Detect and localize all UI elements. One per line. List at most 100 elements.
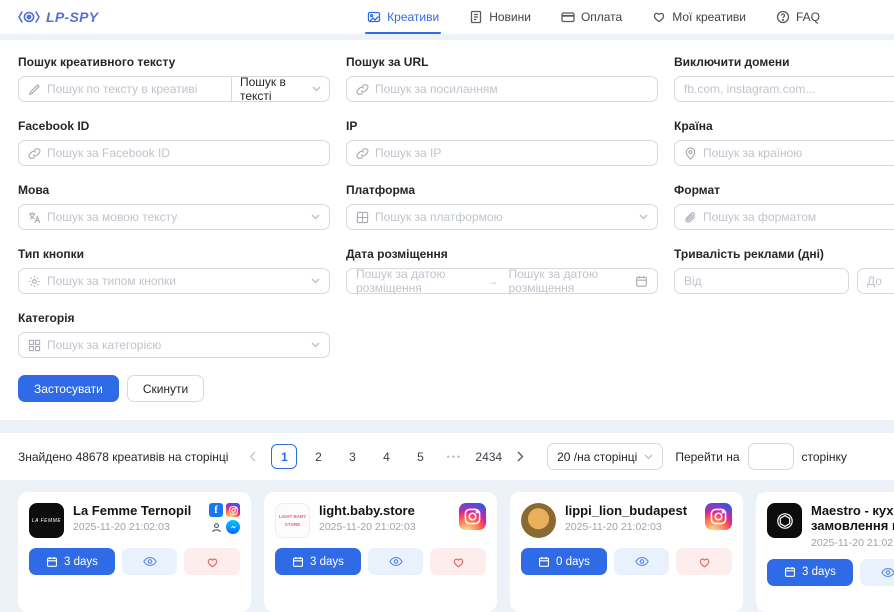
- field-label: Тип кнопки: [18, 247, 330, 261]
- platform-grid-icon: [356, 211, 369, 224]
- field-category: Категорія Пошук за категорією: [18, 311, 330, 358]
- chevron-down-icon: [311, 214, 320, 220]
- link-icon: [28, 147, 41, 160]
- ip-input-wrap: [346, 140, 658, 166]
- view-button[interactable]: [860, 559, 894, 586]
- days-button[interactable]: 3 days: [275, 548, 361, 575]
- calendar-icon: [635, 275, 648, 288]
- apply-button[interactable]: Застосувати: [18, 375, 119, 402]
- avatar: LIGHT BABY STORE: [275, 503, 310, 538]
- days-button[interactable]: 0 days: [521, 548, 607, 575]
- platform-placeholder: Пошук за платформою: [375, 210, 633, 224]
- card-title[interactable]: Maestro - кухні, меблі на замовлення в У…: [811, 503, 894, 534]
- pagination-page-1[interactable]: 1: [271, 444, 297, 469]
- card-title[interactable]: light.baby.store: [319, 503, 416, 518]
- duration-from-input[interactable]: [684, 274, 839, 288]
- field-label: Тривалість реклами (дні): [674, 247, 894, 261]
- gear-icon: [28, 275, 41, 288]
- eye-logo-icon: [18, 10, 40, 24]
- card-title[interactable]: La Femme Ternopil: [73, 503, 191, 518]
- button-type-select[interactable]: Пошук за типом кнопки: [18, 268, 330, 294]
- brand-logo[interactable]: LP-SPY: [18, 0, 98, 34]
- days-label: 3 days: [802, 566, 836, 578]
- nav-item-news[interactable]: Новини: [469, 0, 531, 34]
- language-select[interactable]: Пошук за мовою тексту: [18, 204, 330, 230]
- date-range-picker[interactable]: Пошук за датою розміщення → Пошук за дат…: [346, 268, 658, 294]
- nav-label: Мої креативи: [672, 10, 746, 24]
- view-button[interactable]: [122, 548, 178, 575]
- creative-card[interactable]: lippi_lion_budapest 2025-11-20 21:02:03 …: [510, 492, 743, 612]
- location-pin-icon: [684, 147, 697, 160]
- field-label: IP: [346, 119, 658, 133]
- creative-card[interactable]: LA FEMME La Femme Ternopil 2025-11-20 21…: [18, 492, 251, 612]
- creative-card[interactable]: Maestro - кухні, меблі на замовлення в У…: [756, 492, 894, 612]
- pagination-page-4[interactable]: 4: [373, 444, 399, 469]
- field-ip: IP: [346, 119, 658, 166]
- card-date: 2025-11-20 21:02:03: [73, 521, 191, 533]
- nav-item-creatives[interactable]: Креативи: [367, 0, 439, 34]
- eye-icon: [635, 556, 649, 567]
- pagination-page-3[interactable]: 3: [339, 444, 365, 469]
- url-input[interactable]: [375, 82, 648, 96]
- instagram-icon: [459, 503, 486, 530]
- nav-item-faq[interactable]: FAQ: [776, 0, 820, 34]
- platform-select[interactable]: Пошук за платформою: [346, 204, 658, 230]
- favorite-button[interactable]: [676, 548, 732, 575]
- date-end-placeholder[interactable]: Пошук за датою розміщення: [509, 267, 630, 295]
- pagination-page-2[interactable]: 2: [305, 444, 331, 469]
- ip-input[interactable]: [375, 146, 648, 160]
- format-input-wrap: [674, 204, 894, 230]
- days-button[interactable]: 3 days: [767, 559, 853, 586]
- exclude-domains-input-wrap: [674, 76, 894, 102]
- view-button[interactable]: [368, 548, 424, 575]
- card-date: 2025-11-20 21:02:03: [811, 537, 894, 549]
- nav-item-payment[interactable]: Оплата: [561, 0, 622, 34]
- pagination-page-5[interactable]: 5: [407, 444, 433, 469]
- pagination-prev[interactable]: [240, 444, 266, 469]
- field-country: Країна: [674, 119, 894, 166]
- nav-label: Оплата: [581, 10, 622, 24]
- audience-network-icon: [209, 520, 223, 534]
- image-icon: [367, 10, 381, 24]
- goto-page: Перейти на сторінку: [675, 443, 847, 470]
- creative-text-input[interactable]: [47, 82, 222, 96]
- exclude-domains-input[interactable]: [684, 82, 894, 96]
- text-search-mode-select[interactable]: Пошук в тексті: [231, 76, 330, 102]
- link-icon: [356, 83, 369, 96]
- duration-to-input[interactable]: [867, 274, 894, 288]
- field-format: Формат: [674, 183, 894, 230]
- heart-icon: [452, 556, 465, 568]
- eye-icon: [881, 567, 894, 578]
- chevron-down-icon: [312, 86, 321, 92]
- field-platform: Платформа Пошук за платформою: [346, 183, 658, 230]
- page-size-select[interactable]: 20 /на сторінці: [547, 443, 663, 470]
- facebook-icon: f: [209, 503, 223, 517]
- category-placeholder: Пошук за категорією: [47, 338, 305, 352]
- avatar: LA FEMME: [29, 503, 64, 538]
- card-date: 2025-11-20 21:02:03: [319, 521, 416, 533]
- favorite-button[interactable]: [430, 548, 486, 575]
- nav-label: FAQ: [796, 10, 820, 24]
- days-button[interactable]: 3 days: [29, 548, 115, 575]
- card-title[interactable]: lippi_lion_budapest: [565, 503, 687, 518]
- pagination-ellipsis[interactable]: •••: [441, 444, 467, 469]
- format-input[interactable]: [703, 210, 894, 224]
- brand-name: LP-SPY: [46, 9, 98, 25]
- instagram-icon: [226, 503, 240, 517]
- pagination-last-page[interactable]: 2434: [475, 444, 502, 469]
- country-input[interactable]: [703, 146, 894, 160]
- creative-card[interactable]: LIGHT BABY STORE light.baby.store 2025-1…: [264, 492, 497, 612]
- date-start-placeholder[interactable]: Пошук за датою розміщення: [356, 267, 477, 295]
- reset-button[interactable]: Скинути: [127, 375, 204, 402]
- field-label: Виключити домени: [674, 55, 894, 69]
- nav-item-my-creatives[interactable]: Мої креативи: [652, 0, 746, 34]
- field-placement-date: Дата розміщення Пошук за датою розміщенн…: [346, 247, 658, 294]
- facebook-id-input[interactable]: [47, 146, 320, 160]
- goto-suffix: сторінку: [802, 450, 847, 464]
- language-icon: [28, 211, 41, 224]
- view-button[interactable]: [614, 548, 670, 575]
- pagination-next[interactable]: [507, 444, 533, 469]
- goto-page-input[interactable]: [748, 443, 794, 470]
- favorite-button[interactable]: [184, 548, 240, 575]
- category-select[interactable]: Пошук за категорією: [18, 332, 330, 358]
